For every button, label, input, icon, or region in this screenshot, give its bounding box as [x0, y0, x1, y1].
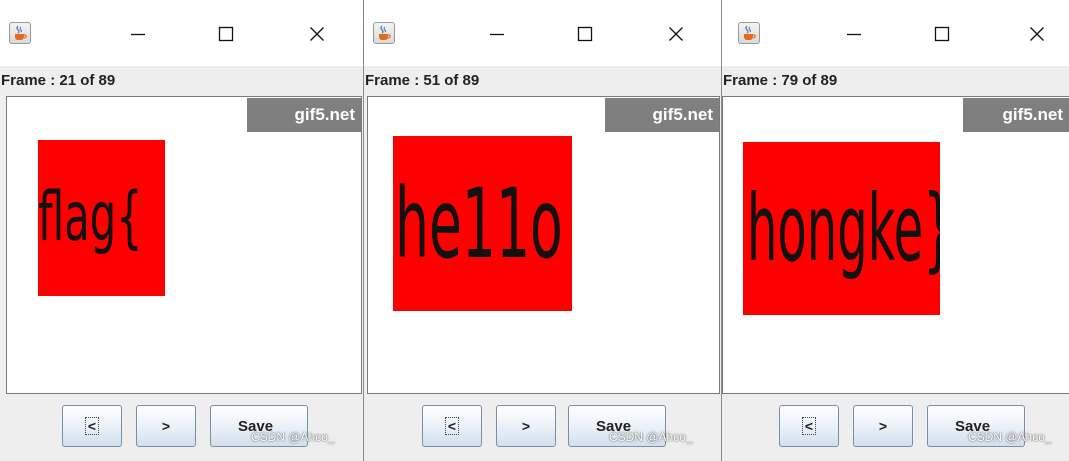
- maximize-icon[interactable]: [562, 14, 608, 54]
- frame-counter: Frame : 79 of 89: [723, 72, 838, 89]
- java-coffee-cup-icon[interactable]: [738, 22, 760, 44]
- title-bar[interactable]: [364, 0, 721, 66]
- csdn-watermark: CSDN @Ahco_: [968, 430, 1052, 444]
- button-bar: < > Save CSDN @Ahco_: [722, 394, 1069, 461]
- gif-viewer-window-2: Frame : 51 of 89 gif5.net he11o < > Save…: [364, 0, 722, 461]
- title-bar[interactable]: [0, 0, 363, 66]
- frame-image-text: flag{: [38, 178, 143, 257]
- previous-frame-label: <: [801, 417, 817, 435]
- close-icon[interactable]: [653, 14, 699, 54]
- minimize-icon[interactable]: [115, 14, 161, 54]
- frame-image: he11o: [393, 136, 572, 311]
- title-bar[interactable]: [722, 0, 1069, 66]
- previous-frame-button[interactable]: <: [422, 405, 482, 447]
- frame-counter: Frame : 51 of 89: [365, 72, 480, 89]
- next-frame-label: >: [521, 418, 531, 434]
- frame-image-panel: gif5.net flag{: [6, 96, 362, 394]
- watermark-badge: gif5.net: [247, 98, 361, 132]
- maximize-icon[interactable]: [919, 14, 965, 54]
- gif-viewer-window-1: Frame : 21 of 89 gif5.net flag{ < > Save…: [0, 0, 364, 461]
- status-bar: Frame : 51 of 89: [364, 66, 721, 96]
- previous-frame-label: <: [84, 417, 100, 435]
- close-icon[interactable]: [294, 14, 340, 54]
- frame-image-panel: gif5.net hongke}: [722, 96, 1069, 394]
- previous-frame-button[interactable]: <: [779, 405, 839, 447]
- frame-image-text: hongke}: [747, 174, 940, 282]
- watermark-badge: gif5.net: [963, 98, 1069, 132]
- status-bar: Frame : 79 of 89: [722, 66, 1069, 96]
- button-bar: < > Save CSDN @Ahco_: [364, 394, 721, 461]
- status-bar: Frame : 21 of 89: [0, 66, 363, 96]
- viewer-screenshot: Frame : 21 of 89 gif5.net flag{ < > Save…: [0, 0, 1069, 461]
- java-coffee-cup-icon[interactable]: [373, 22, 395, 44]
- gif-viewer-window-3: Frame : 79 of 89 gif5.net hongke} < > Sa…: [722, 0, 1069, 461]
- frame-image-text: he11o: [395, 167, 563, 280]
- java-coffee-cup-icon[interactable]: [9, 22, 31, 44]
- minimize-icon[interactable]: [831, 14, 877, 54]
- next-frame-button[interactable]: >: [136, 405, 196, 447]
- next-frame-button[interactable]: >: [853, 405, 913, 447]
- next-frame-button[interactable]: >: [496, 405, 556, 447]
- csdn-watermark: CSDN @Ahco_: [609, 430, 693, 444]
- watermark-badge: gif5.net: [605, 98, 719, 132]
- frame-image-panel: gif5.net he11o: [367, 96, 720, 394]
- csdn-watermark: CSDN @Ahco_: [251, 430, 335, 444]
- next-frame-label: >: [878, 418, 888, 434]
- button-bar: < > Save CSDN @Ahco_: [0, 394, 363, 461]
- previous-frame-label: <: [444, 417, 460, 435]
- frame-image: flag{: [38, 140, 165, 296]
- next-frame-label: >: [161, 418, 171, 434]
- minimize-icon[interactable]: [474, 14, 520, 54]
- frame-counter: Frame : 21 of 89: [1, 72, 116, 89]
- maximize-icon[interactable]: [203, 14, 249, 54]
- previous-frame-button[interactable]: <: [62, 405, 122, 447]
- close-icon[interactable]: [1014, 14, 1060, 54]
- frame-image: hongke}: [743, 142, 940, 315]
